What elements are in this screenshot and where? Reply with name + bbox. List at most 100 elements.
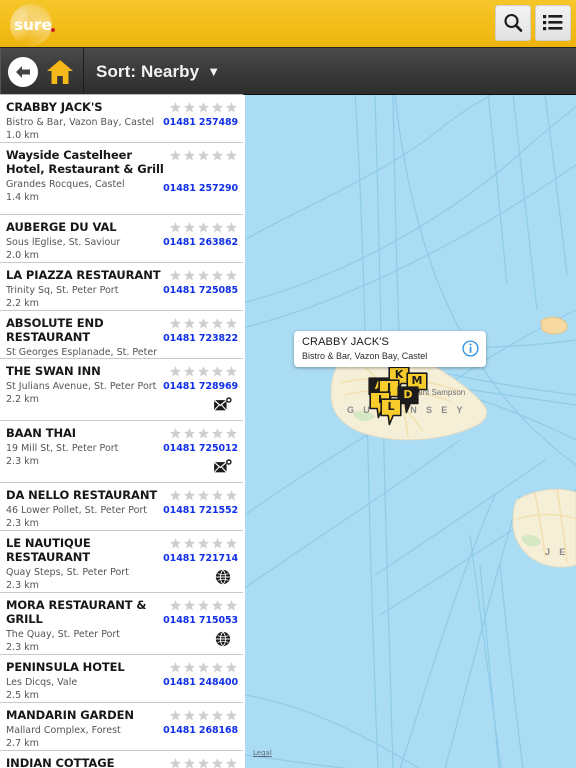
rating-stars [169, 599, 238, 612]
star-icon [226, 150, 237, 161]
star-icon [226, 600, 237, 611]
business-phone[interactable]: 01481 257290 [163, 183, 238, 194]
list-item[interactable]: THE SWAN INN St Julians Avenue, St. Peter… [0, 359, 243, 421]
back-button[interactable] [8, 57, 38, 87]
business-distance: 2.5 km [6, 690, 39, 701]
business-distance: 2.0 km [6, 250, 39, 261]
business-address: Quay Steps, St. Peter Port [6, 567, 129, 578]
star-icon [212, 150, 223, 161]
list-item[interactable]: LA PIAZZA RESTAURANT Trinity Sq, St. Pete… [0, 263, 243, 311]
star-icon [212, 270, 223, 281]
star-icon [212, 490, 223, 501]
list-item[interactable]: AUBERGE DU VAL Sous lEglise, St. Saviour 2… [0, 215, 243, 263]
logo-text: sure [14, 16, 52, 34]
business-phone[interactable]: 01481 715053 [163, 615, 238, 626]
business-address: St Julians Avenue, St. Peter Port [6, 381, 157, 392]
star-icon [184, 538, 195, 549]
star-icon [226, 428, 237, 439]
search-button[interactable] [495, 5, 531, 41]
business-name: THE SWAN INN [6, 364, 101, 378]
star-icon [184, 600, 195, 611]
star-icon [212, 318, 223, 329]
email-icon [213, 459, 232, 473]
list-item[interactable]: ABSOLUTE END RESTAURANT St Georges Esplan… [0, 311, 243, 384]
list-view-button[interactable] [535, 5, 571, 41]
list-item[interactable]: BAAN THAI 19 Mill St, St. Peter Port 2.3 k… [0, 421, 243, 483]
star-icon [198, 758, 209, 768]
star-icon [170, 318, 181, 329]
business-distance: 2.2 km [6, 394, 39, 405]
list-item[interactable]: Wayside Castelheer Hotel, Restaurant & G… [0, 143, 243, 215]
star-icon [184, 428, 195, 439]
business-phone[interactable]: 01481 725012 [163, 443, 238, 454]
email-icon [213, 397, 232, 411]
business-address: Les Dicqs, Vale [6, 677, 78, 688]
map-popup-callout[interactable]: CRABBY JACK'S Bistro & Bar, Vazon Bay, C… [294, 331, 486, 367]
rating-stars [169, 661, 238, 674]
star-icon [198, 662, 209, 673]
star-icon [226, 366, 237, 377]
business-distance: 2.3 km [6, 456, 39, 467]
list-item[interactable]: MANDARIN GARDEN Mallard Complex, Forest 2.… [0, 703, 243, 751]
business-name: Wayside Castelheer Hotel, Restaurant & G… [6, 148, 164, 176]
home-button[interactable] [46, 59, 74, 85]
star-icon [198, 428, 209, 439]
business-name: ABSOLUTE END RESTAURANT [6, 316, 104, 344]
pin-label: L [387, 400, 395, 413]
business-phone[interactable]: 01481 723822 [163, 333, 238, 344]
business-phone[interactable]: 01481 721714 [163, 553, 238, 564]
list-item[interactable]: DA NELLO RESTAURANT 46 Lower Pollet, St. … [0, 483, 243, 531]
business-list[interactable]: CRABBY JACK'S Bistro & Bar, Vazon Bay, Ca… [0, 94, 243, 768]
business-name: PENINSULA HOTEL [6, 660, 125, 674]
rating-stars [169, 489, 238, 502]
logo-dot-icon [51, 28, 55, 32]
star-icon [184, 222, 195, 233]
sort-dropdown[interactable]: Sort: Nearby ▼ [96, 48, 220, 95]
business-phone[interactable]: 01481 728969 [163, 381, 238, 392]
star-icon [212, 222, 223, 233]
star-icon [226, 538, 237, 549]
business-distance: 2.7 km [6, 738, 39, 749]
star-icon [198, 490, 209, 501]
list-item[interactable]: CRABBY JACK'S Bistro & Bar, Vazon Bay, Ca… [0, 95, 243, 143]
map-pin-l[interactable]: L [380, 398, 402, 426]
star-icon [226, 270, 237, 281]
business-phone[interactable]: 01481 257489 [163, 117, 238, 128]
star-icon [184, 758, 195, 768]
business-name: DA NELLO RESTAURANT [6, 488, 158, 502]
business-name: LA PIAZZA RESTAURANT [6, 268, 161, 282]
star-icon [212, 428, 223, 439]
business-phone[interactable]: 01481 725085 [163, 285, 238, 296]
star-icon [226, 222, 237, 233]
star-icon [198, 366, 209, 377]
star-icon [170, 222, 181, 233]
rating-stars [169, 221, 238, 234]
business-phone[interactable]: 01481 721552 [163, 505, 238, 516]
business-address: Trinity Sq, St. Peter Port [6, 285, 119, 296]
islet-herm [540, 316, 568, 335]
business-distance: 1.0 km [6, 130, 39, 141]
list-item[interactable]: INDIAN COTTAGE RESTAURANT & [0, 751, 243, 768]
business-name: CRABBY JACK'S [6, 100, 103, 114]
star-icon [170, 662, 181, 673]
star-icon [170, 710, 181, 721]
legal-link[interactable]: Legal [253, 749, 272, 757]
star-icon [170, 150, 181, 161]
business-address: 19 Mill St, St. Peter Port [6, 443, 119, 454]
list-item[interactable]: MORA RESTAURANT & GRILL The Quay, St. Pet… [0, 593, 243, 655]
rating-stars [169, 269, 238, 282]
info-button[interactable] [462, 340, 479, 357]
rating-stars [169, 149, 238, 162]
business-phone[interactable]: 01481 268168 [163, 725, 238, 736]
list-item[interactable]: PENINSULA HOTEL Les Dicqs, Vale 2.5 km 0148… [0, 655, 243, 703]
business-phone[interactable]: 01481 263862 [163, 237, 238, 248]
map-view[interactable]: Saint Sampson G U E R N S E Y J E KMAJDI… [245, 94, 576, 768]
list-item[interactable]: LE NAUTIQUE RESTAURANT Quay Steps, St. Pe… [0, 531, 243, 593]
business-address: Bistro & Bar, Vazon Bay, Castel [6, 117, 155, 128]
star-icon [170, 428, 181, 439]
star-icon [212, 710, 223, 721]
business-distance: 2.3 km [6, 642, 39, 653]
rating-stars [169, 317, 238, 330]
sure-logo[interactable]: sure [6, 2, 70, 46]
business-phone[interactable]: 01481 248400 [163, 677, 238, 688]
